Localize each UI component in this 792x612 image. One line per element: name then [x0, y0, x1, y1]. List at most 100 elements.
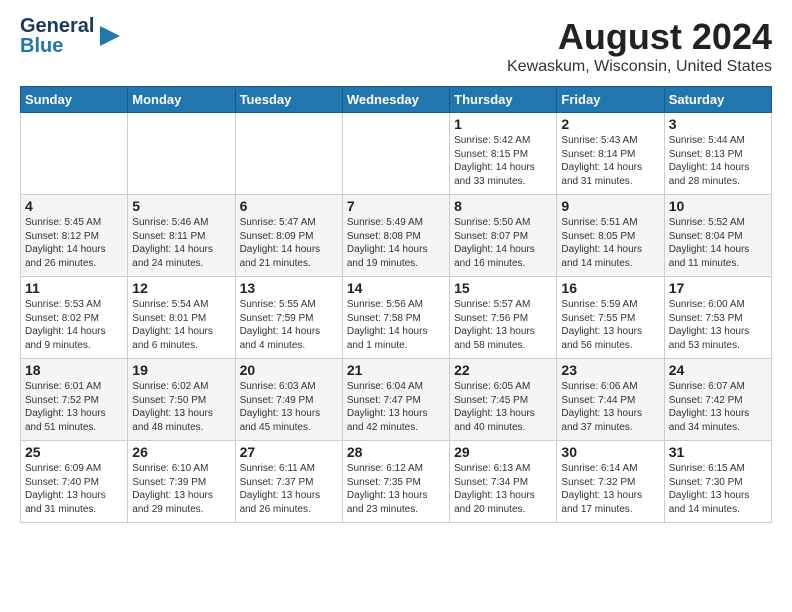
calendar-cell — [21, 113, 128, 195]
day-detail: Sunrise: 6:02 AM Sunset: 7:50 PM Dayligh… — [132, 380, 230, 434]
day-detail: Sunrise: 6:06 AM Sunset: 7:44 PM Dayligh… — [561, 380, 659, 434]
day-detail: Sunrise: 5:47 AM Sunset: 8:09 PM Dayligh… — [240, 216, 338, 270]
calendar-cell: 24Sunrise: 6:07 AM Sunset: 7:42 PM Dayli… — [664, 359, 771, 441]
calendar-cell: 14 Sunrise: 5:56 AM Sunset: 7:58 PM Dayli… — [342, 277, 449, 359]
page-title: August 2024 — [507, 16, 772, 58]
logo-arrow-icon — [96, 22, 124, 50]
calendar-cell: 7 Sunrise: 5:49 AM Sunset: 8:08 PM Daylig… — [342, 195, 449, 277]
calendar-cell: 15Sunrise: 5:57 AM Sunset: 7:56 PM Dayli… — [450, 277, 557, 359]
day-detail: Sunrise: 6:01 AM Sunset: 7:52 PM Dayligh… — [25, 380, 123, 434]
day-number: 24 — [669, 362, 767, 378]
day-detail: Sunrise: 6:14 AM Sunset: 7:32 PM Dayligh… — [561, 462, 659, 516]
day-number: 27 — [240, 444, 338, 460]
day-number: 25 — [25, 444, 123, 460]
calendar-cell: 26Sunrise: 6:10 AM Sunset: 7:39 PM Dayli… — [128, 441, 235, 523]
calendar-cell: 16 Sunrise: 5:59 AM Sunset: 7:55 PM Dayli… — [557, 277, 664, 359]
calendar-cell — [235, 113, 342, 195]
calendar-cell: 29 Sunrise: 6:13 AM Sunset: 7:34 PM Dayli… — [450, 441, 557, 523]
day-number: 13 — [240, 280, 338, 296]
day-detail: Sunrise: 6:12 AM Sunset: 7:35 PM Dayligh… — [347, 462, 445, 516]
day-number: 23 — [561, 362, 659, 378]
calendar-table: SundayMondayTuesdayWednesdayThursdayFrid… — [20, 86, 772, 523]
calendar-cell: 30Sunrise: 6:14 AM Sunset: 7:32 PM Dayli… — [557, 441, 664, 523]
calendar-cell: 3Sunrise: 5:44 AM Sunset: 8:13 PM Daylig… — [664, 113, 771, 195]
day-number: 8 — [454, 198, 552, 214]
day-detail: Sunrise: 6:10 AM Sunset: 7:39 PM Dayligh… — [132, 462, 230, 516]
day-detail: Sunrise: 6:11 AM Sunset: 7:37 PM Dayligh… — [240, 462, 338, 516]
page-header: General Blue August 2024 Kewaskum, Wisco… — [20, 16, 772, 76]
calendar-week-3: 11Sunrise: 5:53 AM Sunset: 8:02 PM Dayli… — [21, 277, 772, 359]
day-number: 28 — [347, 444, 445, 460]
day-detail: Sunrise: 6:03 AM Sunset: 7:49 PM Dayligh… — [240, 380, 338, 434]
day-number: 20 — [240, 362, 338, 378]
day-number: 6 — [240, 198, 338, 214]
day-number: 3 — [669, 116, 767, 132]
col-header-thursday: Thursday — [450, 87, 557, 113]
day-number: 18 — [25, 362, 123, 378]
day-number: 7 — [347, 198, 445, 214]
col-header-saturday: Saturday — [664, 87, 771, 113]
day-detail: Sunrise: 6:09 AM Sunset: 7:40 PM Dayligh… — [25, 462, 123, 516]
day-number: 2 — [561, 116, 659, 132]
day-detail: Sunrise: 5:57 AM Sunset: 7:56 PM Dayligh… — [454, 298, 552, 352]
day-detail: Sunrise: 5:42 AM Sunset: 8:15 PM Dayligh… — [454, 134, 552, 188]
day-number: 19 — [132, 362, 230, 378]
day-number: 17 — [669, 280, 767, 296]
day-number: 22 — [454, 362, 552, 378]
col-header-monday: Monday — [128, 87, 235, 113]
calendar-cell: 17 Sunrise: 6:00 AM Sunset: 7:53 PM Dayli… — [664, 277, 771, 359]
calendar-cell: 20 Sunrise: 6:03 AM Sunset: 7:49 PM Dayli… — [235, 359, 342, 441]
calendar-cell: 2 Sunrise: 5:43 AM Sunset: 8:14 PM Daylig… — [557, 113, 664, 195]
day-number: 21 — [347, 362, 445, 378]
calendar-cell: 6 Sunrise: 5:47 AM Sunset: 8:09 PM Daylig… — [235, 195, 342, 277]
day-detail: Sunrise: 6:13 AM Sunset: 7:34 PM Dayligh… — [454, 462, 552, 516]
calendar-cell: 13Sunrise: 5:55 AM Sunset: 7:59 PM Dayli… — [235, 277, 342, 359]
page-subtitle: Kewaskum, Wisconsin, United States — [507, 58, 772, 76]
day-detail: Sunrise: 5:43 AM Sunset: 8:14 PM Dayligh… — [561, 134, 659, 188]
day-detail: Sunrise: 5:46 AM Sunset: 8:11 PM Dayligh… — [132, 216, 230, 270]
day-number: 29 — [454, 444, 552, 460]
day-number: 16 — [561, 280, 659, 296]
day-detail: Sunrise: 5:51 AM Sunset: 8:05 PM Dayligh… — [561, 216, 659, 270]
calendar-cell: 27 Sunrise: 6:11 AM Sunset: 7:37 PM Dayli… — [235, 441, 342, 523]
calendar-week-2: 4Sunrise: 5:45 AM Sunset: 8:12 PM Daylig… — [21, 195, 772, 277]
col-header-sunday: Sunday — [21, 87, 128, 113]
calendar-cell: 10 Sunrise: 5:52 AM Sunset: 8:04 PM Dayli… — [664, 195, 771, 277]
col-header-wednesday: Wednesday — [342, 87, 449, 113]
day-number: 10 — [669, 198, 767, 214]
calendar-cell: 4Sunrise: 5:45 AM Sunset: 8:12 PM Daylig… — [21, 195, 128, 277]
title-block: August 2024 Kewaskum, Wisconsin, United … — [507, 16, 772, 76]
logo-blue: Blue — [20, 36, 94, 56]
day-detail: Sunrise: 6:15 AM Sunset: 7:30 PM Dayligh… — [669, 462, 767, 516]
day-number: 12 — [132, 280, 230, 296]
calendar-week-4: 18 Sunrise: 6:01 AM Sunset: 7:52 PM Dayli… — [21, 359, 772, 441]
day-number: 14 — [347, 280, 445, 296]
day-detail: Sunrise: 6:04 AM Sunset: 7:47 PM Dayligh… — [347, 380, 445, 434]
day-detail: Sunrise: 6:05 AM Sunset: 7:45 PM Dayligh… — [454, 380, 552, 434]
col-header-tuesday: Tuesday — [235, 87, 342, 113]
col-header-friday: Friday — [557, 87, 664, 113]
day-number: 31 — [669, 444, 767, 460]
calendar-week-5: 25 Sunrise: 6:09 AM Sunset: 7:40 PM Dayli… — [21, 441, 772, 523]
day-detail: Sunrise: 6:00 AM Sunset: 7:53 PM Dayligh… — [669, 298, 767, 352]
calendar-cell: 18 Sunrise: 6:01 AM Sunset: 7:52 PM Dayli… — [21, 359, 128, 441]
calendar-cell — [342, 113, 449, 195]
calendar-cell: 23 Sunrise: 6:06 AM Sunset: 7:44 PM Dayli… — [557, 359, 664, 441]
day-detail: Sunrise: 5:53 AM Sunset: 8:02 PM Dayligh… — [25, 298, 123, 352]
day-detail: Sunrise: 5:50 AM Sunset: 8:07 PM Dayligh… — [454, 216, 552, 270]
day-detail: Sunrise: 5:56 AM Sunset: 7:58 PM Dayligh… — [347, 298, 445, 352]
calendar-week-1: 1 Sunrise: 5:42 AM Sunset: 8:15 PM Daylig… — [21, 113, 772, 195]
calendar-cell: 1 Sunrise: 5:42 AM Sunset: 8:15 PM Daylig… — [450, 113, 557, 195]
calendar-header-row: SundayMondayTuesdayWednesdayThursdayFrid… — [21, 87, 772, 113]
day-number: 1 — [454, 116, 552, 132]
calendar-cell: 11Sunrise: 5:53 AM Sunset: 8:02 PM Dayli… — [21, 277, 128, 359]
calendar-cell: 5Sunrise: 5:46 AM Sunset: 8:11 PM Daylig… — [128, 195, 235, 277]
day-detail: Sunrise: 5:52 AM Sunset: 8:04 PM Dayligh… — [669, 216, 767, 270]
day-detail: Sunrise: 5:59 AM Sunset: 7:55 PM Dayligh… — [561, 298, 659, 352]
calendar-cell: 28 Sunrise: 6:12 AM Sunset: 7:35 PM Dayli… — [342, 441, 449, 523]
day-detail: Sunrise: 5:49 AM Sunset: 8:08 PM Dayligh… — [347, 216, 445, 270]
calendar-cell: 12Sunrise: 5:54 AM Sunset: 8:01 PM Dayli… — [128, 277, 235, 359]
logo: General Blue — [20, 16, 124, 56]
calendar-cell: 9Sunrise: 5:51 AM Sunset: 8:05 PM Daylig… — [557, 195, 664, 277]
calendar-cell: 19 Sunrise: 6:02 AM Sunset: 7:50 PM Dayli… — [128, 359, 235, 441]
